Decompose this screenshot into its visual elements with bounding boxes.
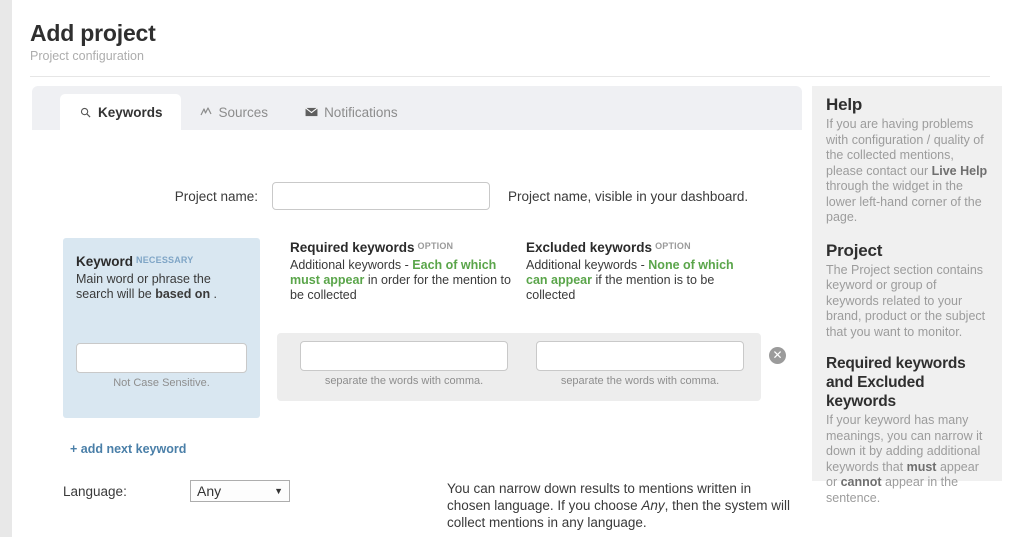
project-name-hint: Project name, visible in your dashboard. bbox=[508, 188, 749, 204]
header-divider bbox=[30, 76, 990, 77]
help-section-keywords-heading: Required keywords and Excluded keywords bbox=[826, 355, 966, 410]
page-header: Add project Project configuration bbox=[30, 20, 990, 64]
tab-strip: Keywords Sources Notifications bbox=[32, 86, 802, 130]
required-keywords-title: Required keywords bbox=[290, 240, 415, 255]
excluded-keywords-sub-hint: separate the words with comma. bbox=[560, 375, 720, 387]
help-section-project-heading: Project bbox=[826, 240, 883, 260]
tab-keywords-label: Keywords bbox=[98, 104, 163, 120]
language-selected-value: Any bbox=[197, 483, 222, 499]
language-hint-italic: Any bbox=[641, 498, 665, 513]
required-keywords-field-wrap: separate the words with comma. bbox=[300, 341, 508, 387]
keyword-group-row: Keyword NECESSARY Main word or phrase the… bbox=[32, 238, 802, 418]
required-keywords-column: Required keywords OPTION Additional keywo… bbox=[290, 238, 516, 303]
keyword-box: Keyword NECESSARY Main word or phrase the… bbox=[63, 238, 260, 418]
page-card: Add project Project configuration Keywor… bbox=[12, 0, 1024, 537]
help-section-help-text: If you are having problems with configur… bbox=[826, 117, 988, 226]
tab-notifications[interactable]: Notifications bbox=[286, 94, 416, 130]
excluded-keywords-heading: Excluded keywords OPTION bbox=[526, 238, 752, 256]
help-section-keywords: Required keywords and Excluded keywords … bbox=[826, 354, 988, 506]
project-name-label: Project name: bbox=[174, 188, 258, 204]
add-next-keyword-link[interactable]: + add next keyword bbox=[70, 442, 186, 456]
pulse-icon bbox=[199, 105, 213, 119]
required-keywords-description: Additional keywords - Each of which must… bbox=[290, 258, 516, 303]
keyword-desc-part2: . bbox=[210, 287, 218, 301]
required-keywords-input[interactable] bbox=[300, 341, 508, 371]
help-sidebar: Help If you are having problems with con… bbox=[812, 86, 1002, 505]
keyword-input-wrap: Not Case Sensitive. bbox=[76, 343, 247, 389]
remove-keyword-row-icon[interactable]: ✕ bbox=[769, 347, 786, 364]
language-label: Language: bbox=[63, 484, 127, 499]
language-hint: You can narrow down results to mentions … bbox=[447, 480, 792, 531]
page-title: Add project bbox=[30, 20, 156, 46]
keyword-input[interactable] bbox=[76, 343, 247, 373]
required-desc-part1: Additional keywords - bbox=[290, 258, 413, 272]
tab-sources[interactable]: Sources bbox=[181, 94, 287, 130]
page-subtitle: Project configuration bbox=[30, 49, 144, 63]
tab-notifications-label: Notifications bbox=[324, 104, 398, 120]
help-section-project: Project The Project section contains key… bbox=[826, 240, 988, 341]
help-section-project-text: The Project section contains keyword or … bbox=[826, 262, 986, 339]
required-keywords-heading: Required keywords OPTION bbox=[290, 238, 516, 256]
keyword-description: Main word or phrase the search will be b… bbox=[76, 272, 247, 302]
tab-sources-label: Sources bbox=[218, 104, 269, 120]
project-name-input[interactable] bbox=[272, 182, 490, 210]
help-kw-cannot: cannot bbox=[840, 475, 882, 489]
keyword-necessary-badge: NECESSARY bbox=[136, 255, 194, 265]
language-select[interactable]: Any ▼ bbox=[190, 480, 290, 502]
required-keywords-option-badge: OPTION bbox=[417, 241, 454, 251]
excluded-keywords-field-wrap: separate the words with comma. bbox=[536, 341, 744, 387]
keyword-heading: Keyword NECESSARY bbox=[76, 252, 247, 270]
excluded-keywords-input[interactable] bbox=[536, 341, 744, 371]
envelope-icon bbox=[304, 105, 318, 119]
keyword-title: Keyword bbox=[76, 254, 134, 269]
help-section-keywords-text: If your keyword has many meanings, you c… bbox=[826, 413, 988, 506]
help-help-part2: through the widget in the lower left-han… bbox=[826, 179, 982, 224]
tab-keywords[interactable]: Keywords bbox=[60, 94, 181, 130]
excluded-keywords-column: Excluded keywords OPTION Additional keywo… bbox=[526, 238, 752, 303]
tab-list: Keywords Sources Notifications bbox=[60, 94, 416, 130]
live-help-label: Live Help bbox=[931, 163, 988, 178]
help-section-help-heading: Help bbox=[826, 95, 863, 114]
project-name-row: Project name: Project name, visible in y… bbox=[32, 182, 802, 210]
excluded-keywords-description: Additional keywords - None of which can … bbox=[526, 258, 752, 303]
keywords-form: Project name: Project name, visible in y… bbox=[32, 130, 802, 537]
excluded-keywords-option-badge: OPTION bbox=[655, 241, 691, 251]
excluded-desc-part1: Additional keywords - bbox=[526, 258, 649, 272]
chevron-down-icon: ▼ bbox=[274, 486, 283, 496]
search-icon bbox=[78, 105, 92, 119]
keyword-desc-bold: based on bbox=[155, 287, 211, 301]
help-section-help: Help If you are having problems with con… bbox=[826, 94, 988, 226]
required-keywords-sub-hint: separate the words with comma. bbox=[324, 375, 484, 387]
excluded-keywords-title: Excluded keywords bbox=[526, 240, 653, 255]
keyword-sub-hint: Not Case Sensitive. bbox=[113, 377, 210, 389]
help-kw-must: must bbox=[906, 459, 937, 474]
